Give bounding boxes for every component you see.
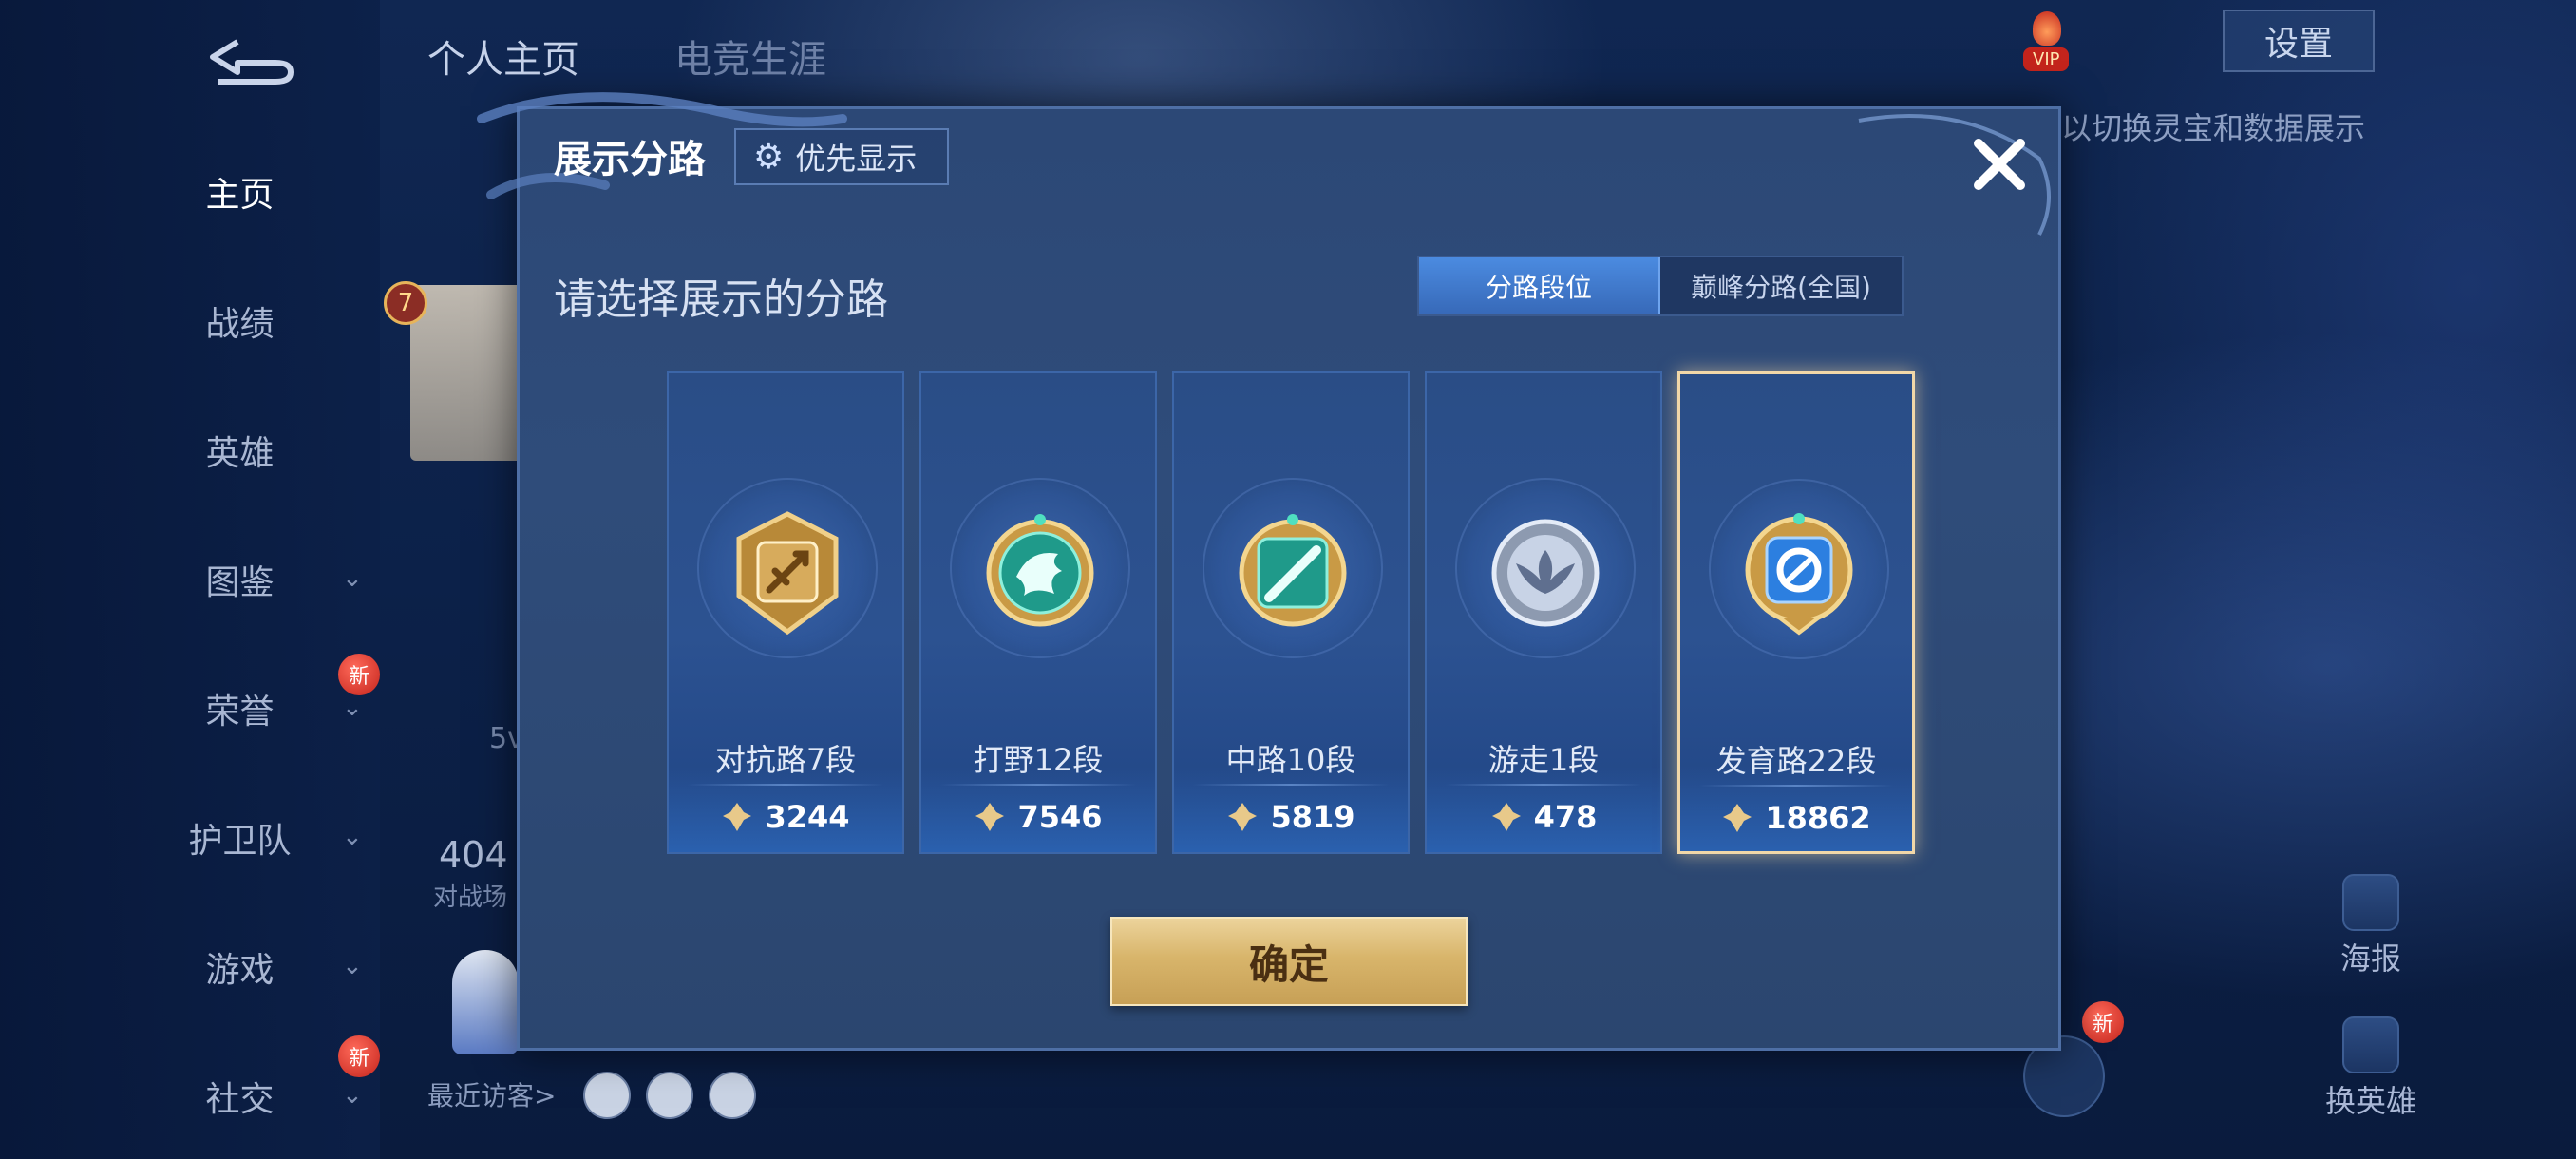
level-badge: 7: [384, 281, 427, 325]
hint-text: 以切换灵宝和数据展示: [2061, 110, 2366, 146]
lane-rank-label: 游走1段: [1487, 742, 1600, 778]
lane-points: 18862: [1765, 800, 1871, 836]
back-button[interactable]: [199, 34, 304, 87]
rank-points-icon: [1723, 804, 1752, 832]
lane-points: 478: [1533, 799, 1598, 835]
mascot-avatar: [452, 950, 519, 1054]
nav-item-heroes[interactable]: 英雄: [152, 422, 361, 479]
card-divider: [1193, 784, 1389, 786]
lane-card-roam[interactable]: 游走1段 478: [1425, 371, 1662, 854]
lane-display-dialog: 展示分路 ⚙ 优先显示 请选择展示的分路 分路段位 巅峰分路(全国) 对抗路7段: [477, 92, 2061, 1051]
game-screen: 主页 战绩 英雄 图鉴 ⌄ 荣誉 ⌄ 新 护卫队 ⌄ 游戏 ⌄ 社交 ⌄ 新 个…: [0, 0, 2576, 1159]
avatar: [410, 285, 524, 461]
dialog-subtitle: 请选择展示的分路: [554, 276, 888, 324]
side-navigation: 主页 战绩 英雄 图鉴 ⌄ 荣誉 ⌄ 新 护卫队 ⌄ 游戏 ⌄ 社交 ⌄ 新: [0, 0, 380, 1159]
confirm-label: 确定: [1248, 940, 1329, 988]
recent-visitors-label[interactable]: 最近访客>: [427, 1075, 556, 1113]
lane-points: 7546: [1017, 799, 1103, 835]
settings-label: 设置: [2263, 25, 2333, 64]
lane-score: 5819: [1174, 799, 1408, 835]
chevron-down-icon: ⌄: [342, 1081, 363, 1110]
lane-points: 5819: [1270, 799, 1355, 835]
mid-lane-emblem-icon: [1239, 514, 1347, 627]
tab-profile[interactable]: 个人主页: [427, 28, 579, 84]
gear-icon: ⚙: [753, 137, 785, 177]
target-emblem-icon: [1745, 513, 1853, 636]
card-divider: [940, 784, 1136, 786]
lane-score: 7546: [921, 799, 1155, 835]
card-divider: [688, 784, 883, 786]
close-icon: [1974, 139, 2025, 190]
settings-button[interactable]: 设置: [2223, 10, 2375, 72]
rank-points-icon: [723, 803, 752, 831]
lane-rank-label: 发育路22段: [1715, 743, 1877, 779]
nav-item-collection[interactable]: 图鉴 ⌄: [152, 551, 362, 608]
card-divider: [1699, 785, 1893, 787]
chevron-down-icon: ⌄: [342, 564, 363, 593]
poster-button[interactable]: 海报: [2314, 874, 2428, 978]
lane-points: 3244: [765, 799, 850, 835]
rank-points-icon: [975, 803, 1005, 831]
visitor-avatar[interactable]: [709, 1072, 756, 1119]
nav-item-record[interactable]: 战绩: [152, 293, 361, 350]
dragon-emblem-icon: [986, 514, 1094, 627]
chevron-down-icon: ⌄: [342, 952, 363, 980]
stat-value: 404: [439, 834, 508, 876]
lane-card-jungle[interactable]: 打野12段 7546: [919, 371, 1157, 854]
new-badge: 新: [2082, 1001, 2124, 1043]
view-toggle: 分路段位 巅峰分路(全国): [1417, 256, 1904, 316]
vip-badge: VIP: [2023, 48, 2070, 71]
rank-points-icon: [1228, 803, 1258, 831]
visitor-avatar[interactable]: [583, 1072, 631, 1119]
lane-card-top[interactable]: 对抗路7段 3244: [667, 371, 904, 854]
lane-rank-label: 对抗路7段: [714, 742, 857, 778]
toggle-peak-lane[interactable]: 巅峰分路(全国): [1660, 257, 1902, 314]
change-hero-button[interactable]: 换英雄: [2314, 1016, 2428, 1121]
lane-score: 3244: [669, 799, 902, 835]
new-badge: 新: [338, 654, 380, 695]
change-hero-label: 换英雄: [2324, 1083, 2416, 1119]
nav-item-game[interactable]: 游戏 ⌄: [152, 939, 362, 996]
stat-label: 对战场: [433, 884, 508, 912]
priority-display-button[interactable]: ⚙ 优先显示: [734, 128, 949, 185]
rank-points-icon: [1491, 803, 1521, 831]
vip-flame-icon: [2033, 11, 2061, 46]
hero-icon: [2342, 1016, 2399, 1074]
lane-score: 18862: [1680, 800, 1912, 836]
new-badge: 新: [338, 1036, 380, 1077]
poster-label: 海报: [2339, 940, 2401, 977]
nav-item-social[interactable]: 社交 ⌄: [152, 1068, 362, 1125]
close-button[interactable]: [1961, 126, 2037, 202]
chevron-down-icon: ⌄: [342, 823, 363, 851]
lane-score: 478: [1427, 799, 1660, 835]
priority-label: 优先显示: [795, 141, 918, 177]
poster-icon: [2342, 874, 2399, 931]
lane-card-mid[interactable]: 中路10段 5819: [1172, 371, 1410, 854]
nav-item-honor[interactable]: 荣誉 ⌄: [152, 680, 362, 737]
visitor-avatar[interactable]: [646, 1072, 693, 1119]
back-arrow-icon: [210, 39, 294, 85]
nav-item-guard[interactable]: 护卫队 ⌄: [152, 809, 362, 866]
top-tabs: 个人主页 电竞生涯: [427, 28, 826, 84]
chevron-down-icon: ⌄: [342, 694, 363, 722]
confirm-button[interactable]: 确定: [1110, 917, 1468, 1006]
lane-card-farm[interactable]: 发育路22段 18862: [1677, 371, 1915, 854]
card-divider: [1446, 784, 1641, 786]
toggle-lane-rank[interactable]: 分路段位: [1419, 257, 1660, 314]
wings-emblem-icon: [1491, 519, 1600, 627]
tab-esports[interactable]: 电竞生涯: [674, 28, 826, 84]
dialog-title: 展示分路: [554, 138, 706, 181]
lane-rank-label: 中路10段: [1225, 742, 1356, 778]
lane-rank-label: 打野12段: [973, 742, 1104, 778]
nav-item-home[interactable]: 主页: [152, 163, 361, 220]
sword-emblem-icon: [736, 511, 839, 636]
